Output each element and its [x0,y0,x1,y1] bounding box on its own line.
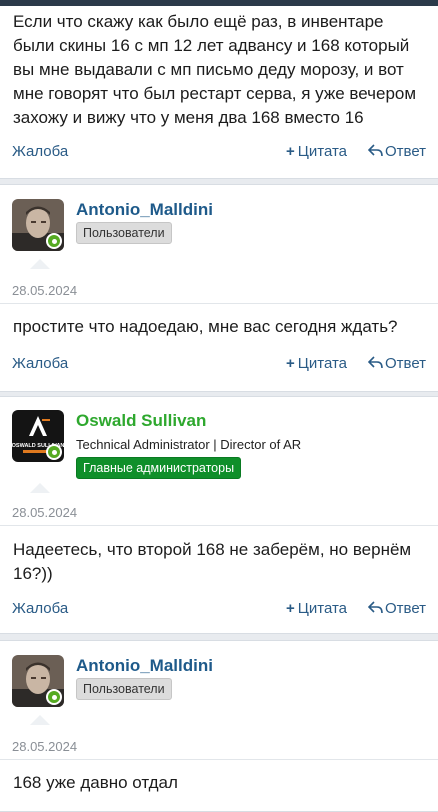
divider [0,759,438,760]
post-author: OSWALD SULLIVAN Oswald Sullivan Technica… [0,397,438,479]
post-message: Если что скажу как было ещё раз, в инвен… [0,6,438,179]
post-message: Antonio_Malldini Пользователи 28.05.2024… [0,184,438,392]
message-arrow [30,483,50,493]
plus-icon: + [286,143,295,160]
post-actions: Жалоба + Цитата Ответ [0,140,438,164]
divider [0,525,438,526]
plus-icon: + [286,355,295,372]
message-arrow [30,715,50,725]
quote-label: Цитата [297,143,347,160]
report-link[interactable]: Жалоба [12,597,68,621]
username[interactable]: Antonio_Malldini [76,656,213,676]
post-actions: Жалоба + Цитата Ответ [0,597,438,621]
divider [0,303,438,304]
post-actions: Жалоба + Цитата Ответ [0,352,438,376]
reply-button[interactable]: Ответ [367,140,427,164]
user-group-banner: Пользователи [76,678,172,700]
report-link[interactable]: Жалоба [12,140,68,164]
reply-button[interactable]: Ответ [367,352,427,376]
post-author: Antonio_Malldini Пользователи [0,185,438,267]
reply-button[interactable]: Ответ [367,597,427,621]
quote-label: Цитата [297,600,347,617]
username[interactable]: Oswald Sullivan [76,411,206,431]
post-date[interactable]: 28.05.2024 [12,505,77,520]
user-title: Technical Administrator | Director of AR [76,437,302,452]
user-group-banner: Главные администраторы [76,457,242,479]
online-status-icon [46,689,62,705]
reply-label: Ответ [385,600,427,617]
reply-label: Ответ [385,143,427,160]
post-author: Antonio_Malldini Пользователи [0,641,438,723]
post-body: 168 уже давно отдал [13,773,178,792]
report-link[interactable]: Жалоба [12,352,68,376]
quote-label: Цитата [297,355,347,372]
post-body: Если что скажу как было ещё раз, в инвен… [13,12,417,127]
reply-icon [367,355,385,372]
message-arrow [30,259,50,269]
online-status-icon [46,233,62,249]
username[interactable]: Antonio_Malldini [76,200,213,220]
post-body: простите что надоедаю, мне вас сегодня ж… [13,317,398,336]
reply-icon [367,143,385,160]
reply-icon [367,600,385,617]
post-message: Antonio_Malldini Пользователи 28.05.2024… [0,640,438,812]
post-message: OSWALD SULLIVAN Oswald Sullivan Technica… [0,396,438,634]
plus-icon: + [286,600,295,617]
post-date[interactable]: 28.05.2024 [12,739,77,754]
post-body: Надеетесь, что второй 168 не заберём, но… [13,540,412,583]
online-status-icon [46,444,62,460]
quote-button[interactable]: + Цитата [286,597,347,621]
quote-button[interactable]: + Цитата [286,352,347,376]
quote-button[interactable]: + Цитата [286,140,347,164]
reply-label: Ответ [385,355,427,372]
post-date[interactable]: 28.05.2024 [12,283,77,298]
user-group-banner: Пользователи [76,222,172,244]
